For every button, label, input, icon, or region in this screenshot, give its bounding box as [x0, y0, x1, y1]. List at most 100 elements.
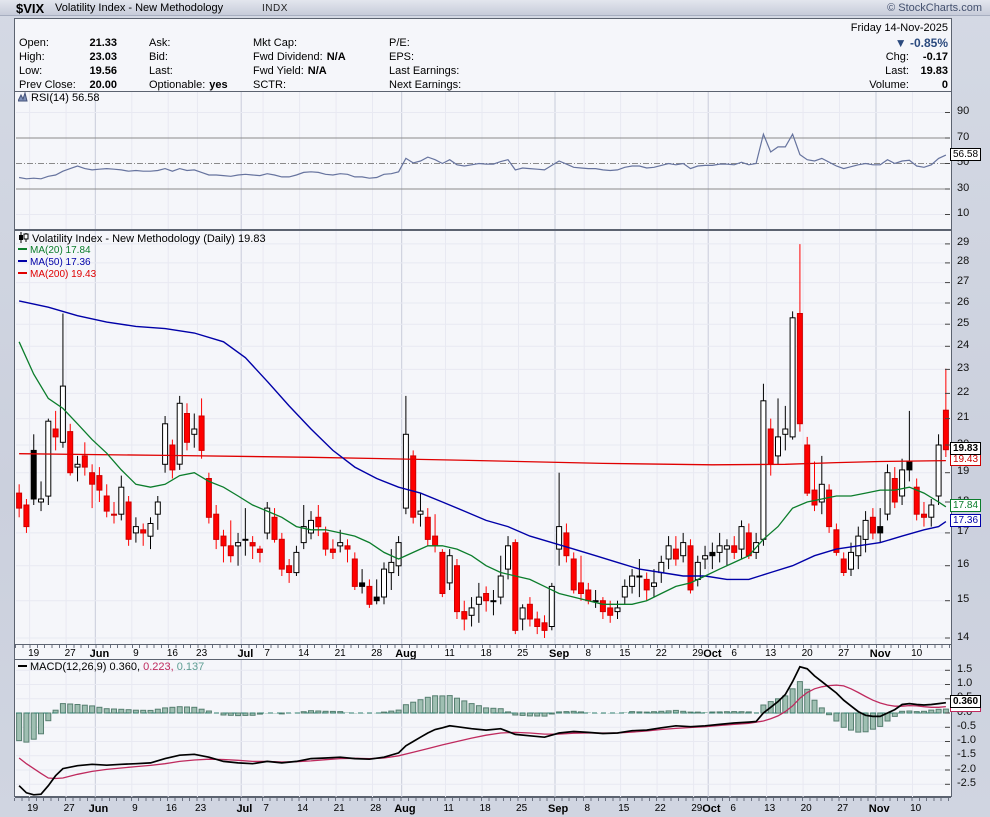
x-axis-label: 25 [517, 648, 528, 659]
x-axis-label: 23 [196, 648, 207, 659]
macd-panel[interactable] [15, 659, 951, 798]
x-axis-label: 21 [335, 648, 346, 659]
date-label: Friday 14-Nov-2025 [851, 22, 948, 34]
x-axis-label: 22 [655, 803, 666, 814]
candlestick-icon [18, 232, 29, 243]
y-axis-label: 21 [957, 411, 969, 423]
quote-field: EPS: [389, 51, 418, 65]
x-axis-label: 11 [444, 648, 454, 659]
x-axis-label: 27 [65, 648, 76, 659]
x-axis-label: 20 [801, 803, 812, 814]
x-axis-label: 28 [371, 648, 382, 659]
exchange-label: INDX [262, 3, 288, 14]
x-axis-label: 16 [166, 803, 177, 814]
y-axis-label: 22 [957, 386, 969, 398]
x-axis-label: 21 [334, 803, 345, 814]
quote-field: Fwd Yield:N/A [253, 65, 327, 79]
macd-legend: MACD(12,26,9) 0.360, 0.223, 0.137 [18, 661, 204, 673]
x-axis-label: 14 [297, 803, 308, 814]
y-axis-label: 1.0 [957, 677, 972, 689]
y-axis-label: 28 [957, 255, 969, 267]
quote-field: Last: [149, 65, 177, 79]
x-axis-label: 27 [837, 803, 848, 814]
x-axis-label: 8 [585, 803, 591, 814]
ma-line-swatch [18, 272, 27, 274]
x-axis-label: 29 [691, 803, 702, 814]
rsi-legend: RSI(14) 56.58 [18, 92, 99, 104]
x-axis-label: 19 [28, 648, 39, 659]
x-axis-label: 13 [765, 648, 776, 659]
chart-area[interactable]: Open:21.33High:23.03Low:19.56Prev Close:… [14, 18, 952, 797]
x-axis-label: Sep [548, 803, 568, 815]
value-callout: 56.58 [950, 148, 981, 161]
x-axis-label: 18 [480, 803, 491, 814]
x-axis-label: 25 [516, 803, 527, 814]
x-axis-label: 22 [656, 648, 667, 659]
area-chart-icon [18, 92, 28, 102]
x-axis-label: 19 [27, 803, 38, 814]
x-axis-label: Nov [869, 803, 890, 815]
rsi-panel[interactable] [15, 91, 951, 230]
x-axis-label: 7 [264, 648, 270, 659]
quote-field: Last Earnings: [389, 65, 463, 79]
x-axis-bottom: 1927Jun91623Jul7142128Aug111825Sep815222… [14, 802, 950, 816]
quote-field: Mkt Cap: [253, 37, 301, 51]
x-axis-label: 29 [692, 648, 703, 659]
chart-title: Volatility Index - New Methodology [55, 2, 223, 14]
quote-right-field: Chg: -0.17 [886, 51, 948, 63]
x-axis-label: 9 [132, 803, 138, 814]
x-axis-label: Jul [236, 803, 252, 815]
ma-legend: MA(20) 17.84 [18, 245, 91, 256]
y-axis-label: 17 [957, 525, 969, 537]
x-axis-ticks-bottom [14, 798, 950, 801]
x-axis-label: 14 [298, 648, 309, 659]
value-callout: 17.84 [950, 499, 981, 512]
y-axis-label: -0.5 [957, 720, 976, 732]
copyright-link[interactable]: © StockCharts.com [887, 2, 982, 14]
x-axis-label: 6 [730, 803, 736, 814]
quote-field: Ask: [149, 37, 174, 51]
price-panel[interactable] [15, 230, 951, 645]
ma-legend: MA(50) 17.36 [18, 257, 91, 268]
price-legend: Volatility Index - New Methodology (Dail… [18, 232, 266, 245]
x-axis-label: Aug [394, 803, 415, 815]
x-axis-label: Oct [702, 803, 720, 815]
y-axis-label: 24 [957, 339, 969, 351]
quote-field: High:23.03 [19, 51, 117, 65]
x-axis-label: 15 [618, 803, 629, 814]
y-axis-label: 15 [957, 593, 969, 605]
x-axis-label: 28 [370, 803, 381, 814]
x-axis-label: 20 [802, 648, 813, 659]
y-axis-label: -2.0 [957, 763, 976, 775]
x-axis-label: 10 [911, 648, 922, 659]
y-axis-label: -1.0 [957, 734, 976, 746]
x-axis-label: Jun [89, 803, 109, 815]
x-axis-label: 27 [838, 648, 849, 659]
x-axis-label: 9 [133, 648, 139, 659]
y-axis-label: -1.5 [957, 748, 976, 760]
x-axis-label: 16 [167, 648, 178, 659]
ma-line-swatch [18, 248, 27, 250]
x-axis-ticks [15, 645, 951, 648]
quote-panel: Open:21.33High:23.03Low:19.56Prev Close:… [15, 19, 951, 91]
x-axis-label: 7 [263, 803, 269, 814]
quote-right-field: Volume: 0 [869, 79, 948, 91]
y-axis-label: 14 [957, 631, 969, 643]
y-axis-label: 25 [957, 317, 969, 329]
y-axis-label: 1.5 [957, 663, 972, 675]
y-axis-label: 10 [957, 207, 969, 219]
x-axis-label: 8 [586, 648, 592, 659]
y-axis-label: 70 [957, 131, 969, 143]
x-axis-label: 23 [195, 803, 206, 814]
quote-field: P/E: [389, 37, 414, 51]
y-axis-label: 29 [957, 236, 969, 248]
y-axis-label: -2.5 [957, 777, 976, 789]
title-bar: $VIX Volatility Index - New Methodology … [0, 0, 990, 16]
x-axis-label: 18 [481, 648, 492, 659]
x-axis-label: 6 [731, 648, 737, 659]
stockcharts-window: $VIX Volatility Index - New Methodology … [0, 0, 990, 817]
quote-right-field: Last: 19.83 [885, 65, 948, 77]
quote-field: Fwd Dividend:N/A [253, 51, 346, 65]
value-callout: 17.36 [950, 514, 981, 527]
value-callout: 0.360 [950, 695, 981, 708]
